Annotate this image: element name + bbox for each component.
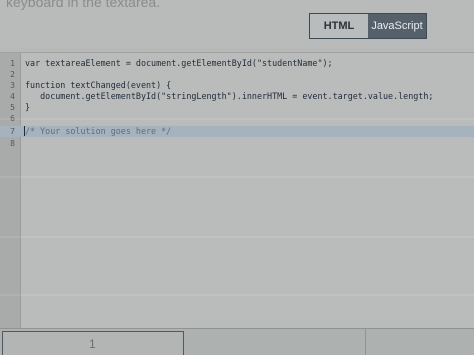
- output-indicator: 1: [89, 337, 96, 351]
- code-line-5[interactable]: 5 }: [0, 102, 474, 113]
- code-text: }: [25, 102, 31, 112]
- output-panel: 1: [0, 328, 474, 355]
- instruction-area: keyboard in the textarea. HTML JavaScrip…: [0, 0, 474, 48]
- instruction-text: keyboard in the textarea.: [6, 0, 161, 10]
- code-line-2[interactable]: 2: [0, 69, 474, 80]
- line-number: 1: [10, 59, 15, 68]
- code-text: document.getElementById("stringLength").…: [25, 91, 434, 101]
- output-box[interactable]: 1: [2, 331, 184, 355]
- code-line-3[interactable]: 3 function textChanged(event) {: [0, 80, 474, 91]
- line-number: 5: [10, 103, 15, 112]
- code-line-8[interactable]: 8: [0, 138, 474, 149]
- language-tabs: HTML JavaScript: [309, 13, 427, 39]
- code-line-7-active[interactable]: 7 /* Your solution goes here */: [0, 126, 474, 137]
- line-number: 7: [10, 127, 15, 136]
- code-text: function textChanged(event) {: [25, 80, 172, 90]
- line-number: 6: [10, 114, 15, 123]
- code-editor[interactable]: 1 var textareaElement = document.getElem…: [0, 52, 474, 329]
- panel-divider: [365, 329, 366, 355]
- line-number: 3: [10, 81, 15, 90]
- code-text: var textareaElement = document.getElemen…: [25, 58, 333, 68]
- line-number: 2: [10, 70, 15, 79]
- code-line-1[interactable]: 1 var textareaElement = document.getElem…: [0, 58, 474, 69]
- screen: keyboard in the textarea. HTML JavaScrip…: [0, 0, 474, 355]
- code-line-6[interactable]: 6: [0, 113, 474, 124]
- tab-html[interactable]: HTML: [310, 14, 368, 38]
- line-number: 8: [10, 139, 15, 148]
- code-text: /* Your solution goes here */: [25, 126, 172, 136]
- tab-javascript[interactable]: JavaScript: [368, 14, 426, 38]
- line-number: 4: [10, 92, 15, 101]
- code-line-4[interactable]: 4 document.getElementById("stringLength"…: [0, 91, 474, 102]
